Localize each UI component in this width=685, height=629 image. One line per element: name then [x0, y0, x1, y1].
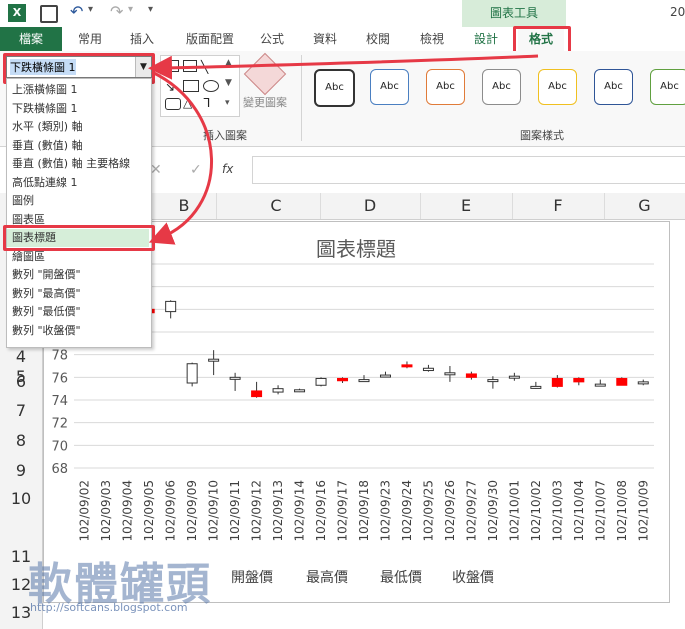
annotation-arrows [148, 54, 539, 245]
arrow-to-chart-title [148, 70, 213, 245]
chart-title-item-highlight [3, 225, 155, 251]
arrow-to-selector [148, 54, 539, 80]
